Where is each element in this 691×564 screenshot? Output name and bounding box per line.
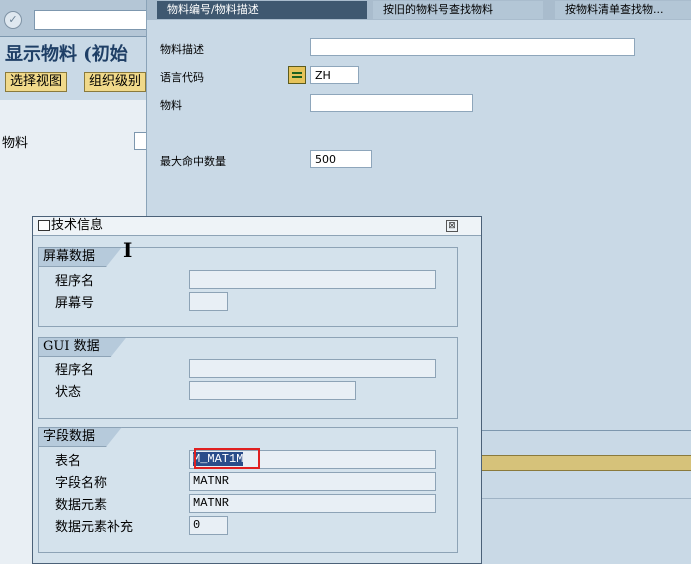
screen-number-field[interactable] — [189, 292, 228, 311]
tab-material-description[interactable]: 物料编号/物料描述 — [157, 1, 367, 19]
tab-old-material-number[interactable]: 按旧的物料号查找物料 — [373, 1, 543, 19]
multiple-selection-icon[interactable] — [288, 66, 306, 84]
command-field[interactable] — [34, 10, 150, 30]
divider — [482, 430, 691, 431]
main-toolbar: ✓ — [0, 0, 150, 37]
gui-program-label: 程序名 — [55, 363, 95, 378]
window-icon — [38, 220, 50, 231]
close-icon[interactable]: ⊠ — [446, 220, 458, 232]
dialog-title-bar[interactable]: 技术信息 ⊠ — [33, 217, 481, 236]
background-stripe — [482, 455, 691, 471]
dialog-title: 技术信息 — [51, 218, 104, 233]
screen-number-label: 屏幕号 — [55, 296, 95, 311]
material-input[interactable] — [310, 94, 473, 112]
gui-program-field[interactable] — [189, 359, 436, 378]
max-hits-label: 最大命中数量 — [160, 155, 226, 168]
data-element-field[interactable]: MATNR — [189, 494, 436, 513]
description-input[interactable] — [310, 38, 635, 56]
gui-status-label: 状态 — [55, 385, 82, 400]
text-cursor-icon: I — [123, 238, 133, 262]
gui-data-group: GUI 数据 程序名 状态 — [38, 337, 458, 419]
screen-data-group: 屏幕数据 程序名 屏幕号 — [38, 247, 458, 327]
tab-strip: 物料编号/物料描述 按旧的物料号查找物料 按物料清单查找物... — [147, 0, 691, 20]
group-title: 屏幕数据 — [38, 247, 122, 267]
highlight-box — [194, 448, 260, 469]
field-data-group: 字段数据 表名 M_MAT1M 字段名称 MATNR 数据元素 MATNR 数据… — [38, 427, 458, 553]
divider — [482, 498, 691, 499]
max-hits-input[interactable]: 500 — [310, 150, 372, 168]
page-title: 显示物料 (初始 — [5, 44, 128, 65]
ok-icon[interactable]: ✓ — [4, 11, 22, 29]
data-element-suppl-label: 数据元素补充 — [55, 520, 134, 535]
group-title: 字段数据 — [38, 427, 122, 447]
data-element-label: 数据元素 — [55, 498, 108, 513]
tab-bom-search[interactable]: 按物料清单查找物... — [555, 1, 691, 19]
field-name-label: 字段名称 — [55, 476, 108, 491]
language-label: 语言代码 — [160, 71, 204, 84]
table-name-label: 表名 — [55, 454, 82, 469]
description-label: 物料描述 — [160, 43, 204, 56]
program-label: 程序名 — [55, 274, 95, 289]
group-title: GUI 数据 — [38, 337, 127, 357]
material-label: 物料 — [2, 136, 29, 151]
org-levels-button[interactable]: 组织级别 — [84, 72, 147, 92]
gui-status-field[interactable] — [189, 381, 356, 400]
material-label: 物料 — [160, 99, 182, 112]
language-input[interactable]: ZH — [310, 66, 359, 84]
field-name-field[interactable]: MATNR — [189, 472, 436, 491]
technical-info-dialog: 技术信息 ⊠ 屏幕数据 程序名 屏幕号 GUI 数据 程序名 状态 字段数据 表… — [32, 216, 482, 564]
data-element-suppl-field[interactable]: 0 — [189, 516, 228, 535]
select-views-button[interactable]: 选择视图 — [5, 72, 68, 92]
screen-program-field[interactable] — [189, 270, 436, 289]
